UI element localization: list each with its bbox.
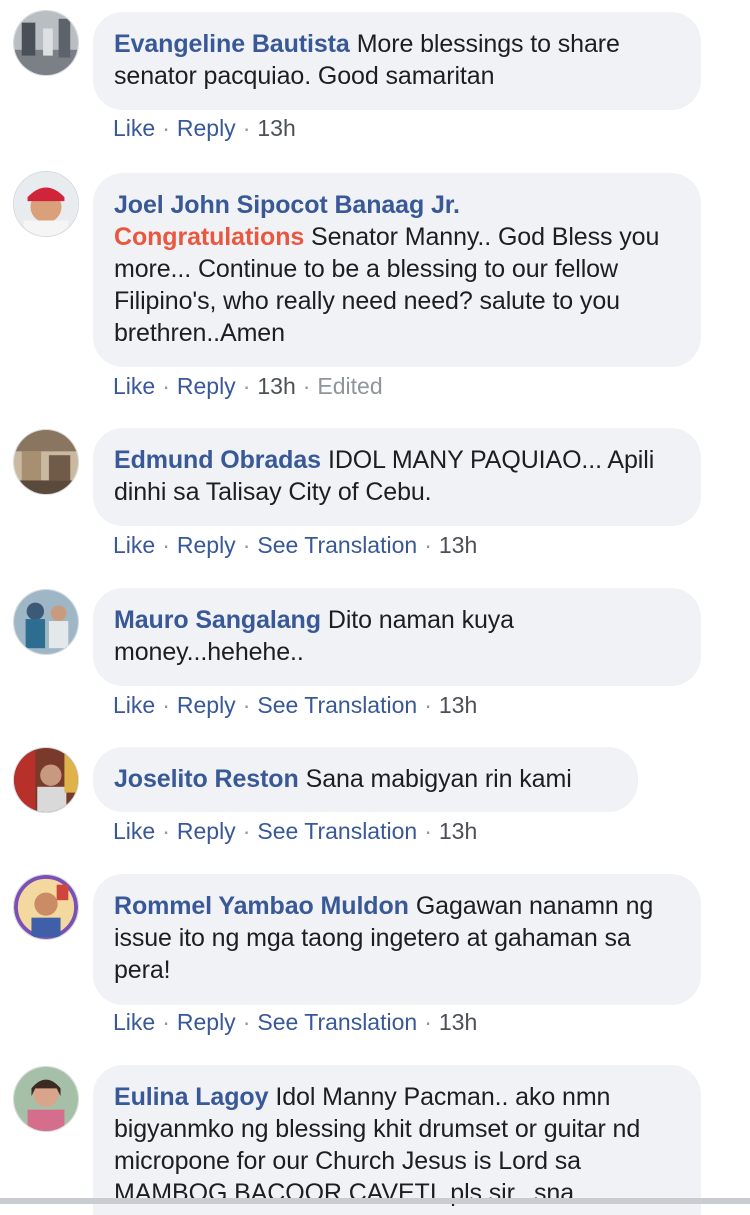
separator: · — [242, 373, 251, 399]
see-translation-link[interactable]: See Translation — [257, 818, 417, 844]
scroll-edge — [0, 1198, 750, 1204]
comment-actions: Like · Reply · See Translation · 13h — [113, 817, 477, 845]
comment-timestamp[interactable]: 13h — [439, 692, 477, 718]
separator: · — [242, 692, 251, 718]
comment-text: Sana mabigyan rin kami — [305, 765, 572, 793]
comment-bubble: Edmund Obradas IDOL MANY PAQUIAO... Apili… — [93, 428, 701, 526]
reply-button[interactable]: Reply — [177, 532, 236, 558]
reply-button[interactable]: Reply — [177, 1009, 236, 1035]
see-translation-link[interactable]: See Translation — [257, 532, 417, 558]
comment-author[interactable]: Edmund Obradas — [114, 446, 321, 474]
see-translation-link[interactable]: See Translation — [257, 692, 417, 718]
avatar[interactable] — [13, 747, 79, 813]
like-button[interactable]: Like — [113, 818, 155, 844]
comment-author[interactable]: Mauro Sangalang — [114, 606, 321, 634]
separator: · — [242, 532, 251, 558]
separator: · — [162, 115, 170, 141]
separator: · — [162, 1009, 170, 1035]
comment-bubble: Mauro Sangalang Dito naman kuya money...h… — [93, 588, 701, 686]
edited-label[interactable]: Edited — [317, 373, 382, 399]
comment-bubble: Joel John Sipocot Banaag Jr. Congratulati… — [93, 173, 701, 367]
like-button[interactable]: Like — [113, 692, 155, 718]
comment-actions: Like · Reply · See Translation · 13h — [113, 1008, 477, 1036]
separator: · — [162, 532, 170, 558]
reply-button[interactable]: Reply — [177, 373, 236, 399]
separator: · — [162, 373, 170, 399]
comment-bubble: Eulina Lagoy Idol Manny Pacman.. ako nmn … — [93, 1065, 701, 1215]
avatar[interactable] — [13, 589, 79, 655]
reply-button[interactable]: Reply — [177, 115, 236, 141]
avatar[interactable] — [13, 874, 79, 940]
comment-timestamp[interactable]: 13h — [439, 1009, 477, 1035]
see-translation-link[interactable]: See Translation — [257, 1009, 417, 1035]
comment-timestamp[interactable]: 13h — [439, 818, 477, 844]
separator: · — [162, 818, 170, 844]
comment-actions: Like · Reply · 13h · Edited — [113, 372, 383, 400]
like-button[interactable]: Like — [113, 1009, 155, 1035]
separator: · — [242, 818, 251, 844]
comment-actions: Like · Reply · See Translation · 13h — [113, 691, 477, 719]
like-button[interactable]: Like — [113, 115, 155, 141]
comment-bubble: Rommel Yambao Muldon Gagawan nanamn ng is… — [93, 874, 701, 1005]
mention-tag[interactable]: Congratulations — [114, 223, 304, 251]
comment-bubble: Evangeline Bautista More blessings to sha… — [93, 12, 701, 110]
separator: · — [302, 373, 311, 399]
separator: · — [424, 1009, 432, 1035]
comment-timestamp[interactable]: 13h — [439, 532, 477, 558]
separator: · — [424, 818, 432, 844]
comment-author[interactable]: Joselito Reston — [114, 765, 299, 793]
separator: · — [424, 692, 432, 718]
separator: · — [424, 532, 432, 558]
comment-timestamp[interactable]: 13h — [257, 373, 295, 399]
avatar[interactable] — [13, 10, 79, 76]
comment-author[interactable]: Evangeline Bautista — [114, 30, 350, 58]
avatar[interactable] — [13, 429, 79, 495]
avatar[interactable] — [13, 171, 79, 237]
comment-author[interactable]: Joel John Sipocot Banaag Jr. — [114, 191, 460, 219]
avatar[interactable] — [13, 1066, 79, 1132]
like-button[interactable]: Like — [113, 532, 155, 558]
reply-button[interactable]: Reply — [177, 818, 236, 844]
like-button[interactable]: Like — [113, 373, 155, 399]
separator: · — [242, 1009, 251, 1035]
comment-bubble: Joselito Reston Sana mabigyan rin kami — [93, 747, 638, 812]
comment-actions: Like · Reply · 13h — [113, 114, 296, 142]
comment-author[interactable]: Eulina Lagoy — [114, 1083, 268, 1111]
comment-timestamp[interactable]: 13h — [257, 115, 295, 141]
reply-button[interactable]: Reply — [177, 692, 236, 718]
comment-author[interactable]: Rommel Yambao Muldon — [114, 892, 409, 920]
separator: · — [162, 692, 170, 718]
comment-actions: Like · Reply · See Translation · 13h — [113, 531, 477, 559]
separator: · — [242, 115, 251, 141]
